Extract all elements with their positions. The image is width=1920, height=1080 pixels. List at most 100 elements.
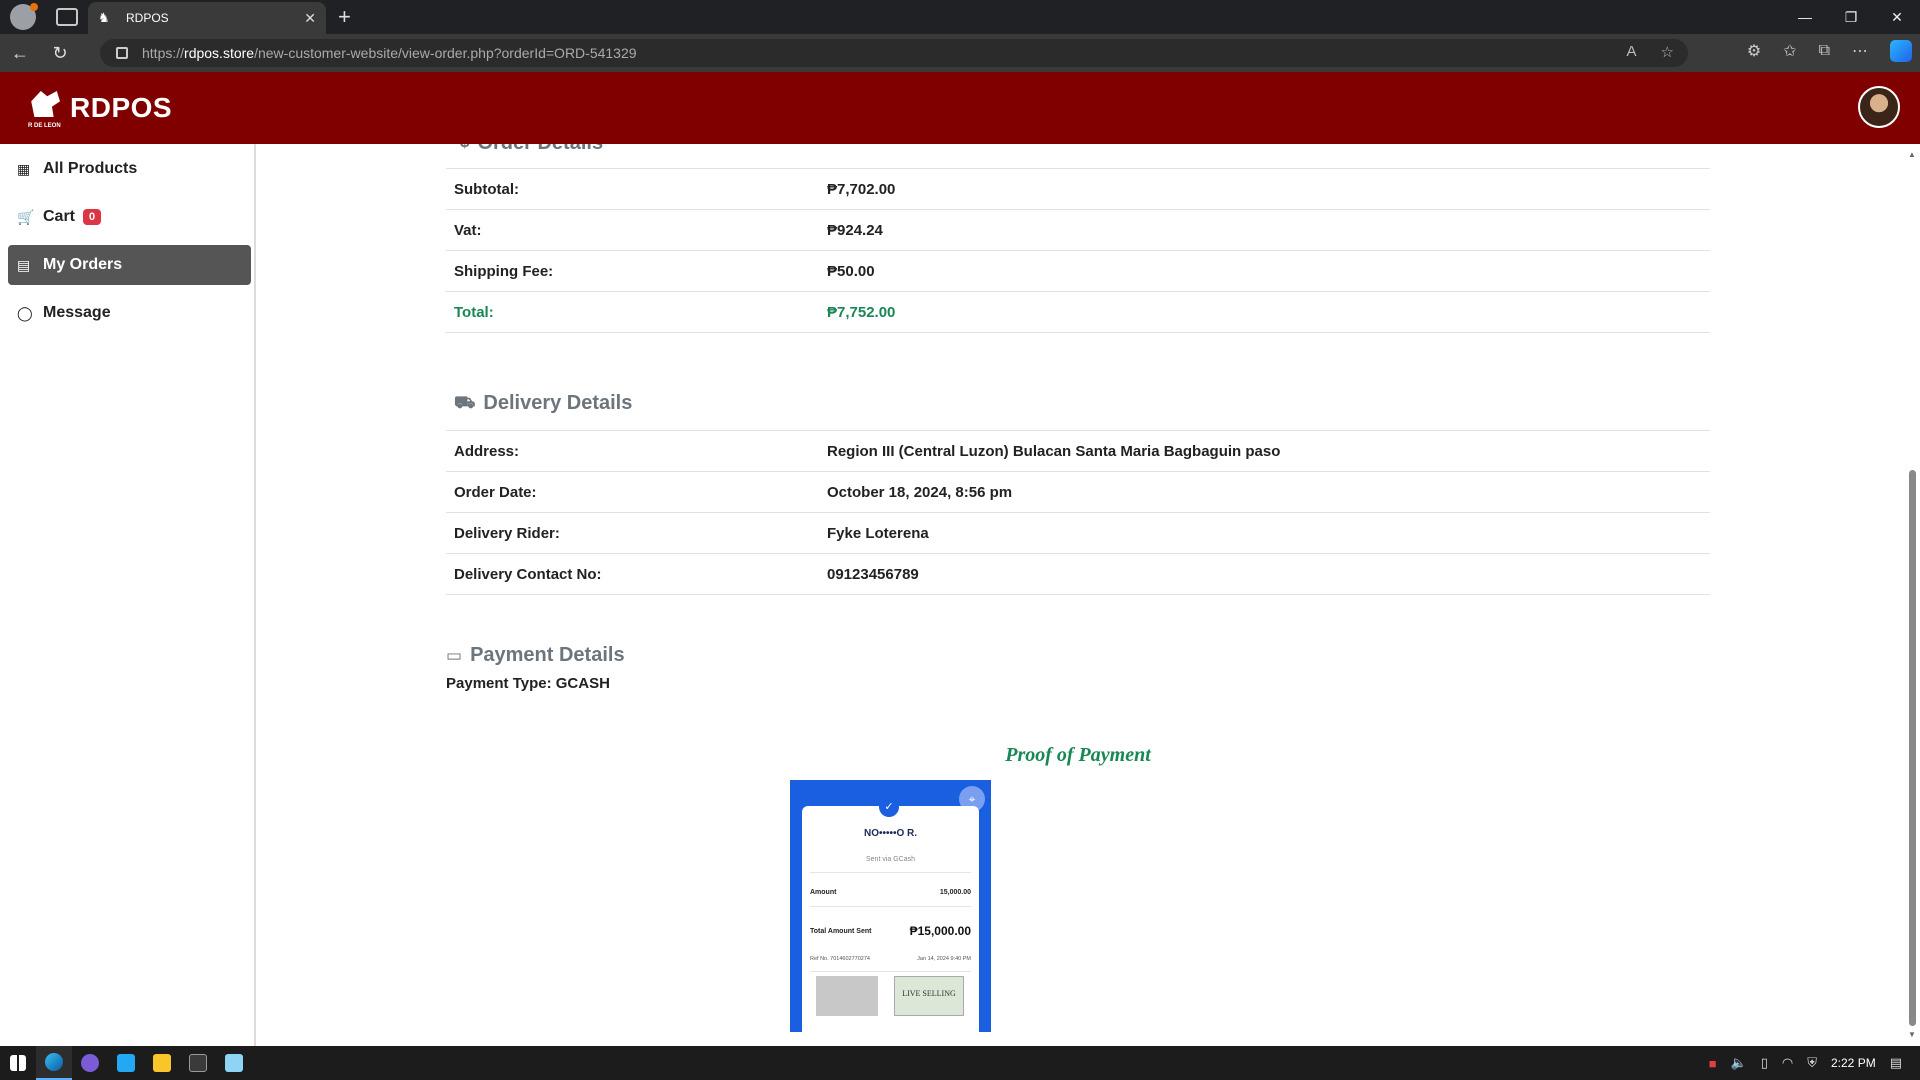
favorite-star-icon[interactable]: ☆	[1661, 43, 1674, 61]
row-label: Order Date:	[446, 471, 819, 513]
row-label: Total:	[446, 291, 819, 333]
proof-title: Proof of Payment	[1005, 744, 1151, 766]
receipt-name: NO•••••O R.	[863, 828, 918, 839]
row-label: Delivery Rider:	[446, 512, 819, 554]
sidebar-item-label: My Orders	[43, 256, 123, 273]
credit-card-icon: ▭	[446, 645, 463, 665]
address-bar[interactable]: https://rdpos.store/new-customer-website…	[100, 39, 1688, 67]
order-details-table: Subtotal: ₱7,702.00 Vat: ₱924.24 Shippin…	[446, 168, 1710, 333]
receipt-amount-row: Amount 15,000.00	[810, 889, 971, 896]
proof-of-payment-image[interactable]: ⌖ NO•••••O R. Sent via GCash Amount 15,00…	[790, 780, 991, 1032]
sidebar-item-all-products[interactable]: ▦ All Products	[8, 149, 251, 189]
scroll-down-icon[interactable]: ▼	[1908, 1030, 1916, 1039]
minimize-icon[interactable]: —	[1782, 0, 1828, 34]
notepad-taskbar-icon[interactable]	[216, 1046, 252, 1080]
page-scrollbar[interactable]: ▲ ▼	[1904, 144, 1920, 1046]
row-value: Fyke Loterena	[819, 512, 1710, 554]
close-window-icon[interactable]: ✕	[1874, 0, 1920, 34]
security-icon[interactable]: ⛨	[1807, 1055, 1817, 1071]
section-title-payment: ▭ Payment Details	[446, 644, 625, 666]
table-row: Vat: ₱924.24	[446, 209, 1710, 251]
url-text: https://rdpos.store/new-customer-website…	[142, 45, 637, 61]
browser-profile-icon[interactable]	[10, 3, 38, 30]
receipt-sent-via: Sent via GCash	[865, 856, 916, 863]
row-label: Shipping Fee:	[446, 250, 819, 292]
system-tray: ■ 🔈 ▯ ◠ ⛨ 2:22 PM ▤	[1709, 1046, 1920, 1080]
browser-tab[interactable]: ♞ RDPOS ✕	[88, 2, 326, 34]
tab-close-icon[interactable]: ✕	[304, 10, 316, 27]
logo-text: RDPOS	[70, 92, 173, 123]
row-value: October 18, 2024, 8:56 pm	[819, 471, 1710, 513]
payment-type: Payment Type: GCASH	[446, 675, 610, 692]
chat-icon: ◯	[17, 305, 33, 321]
start-icon[interactable]	[0, 1046, 36, 1080]
volume-icon[interactable]: 🔈	[1731, 1055, 1747, 1071]
total-row: Total: ₱7,752.00	[446, 291, 1710, 333]
scrollbar-thumb[interactable]	[1909, 470, 1916, 1026]
check-icon: ✓	[879, 797, 899, 817]
lock-icon	[116, 47, 128, 59]
sidebar: ▦ All Products 🛒 Cart 0 ▤ My Orders ◯ Me…	[0, 144, 256, 1046]
sidebar-item-my-orders[interactable]: ▤ My Orders	[8, 245, 251, 285]
notifications-icon[interactable]: ▤	[1890, 1055, 1902, 1071]
receipt-thumbnail-image	[816, 976, 878, 1016]
vscode-taskbar-icon[interactable]	[108, 1046, 144, 1080]
battery-icon[interactable]: ▯	[1761, 1055, 1768, 1071]
row-value: ₱924.24	[819, 209, 1710, 251]
orders-icon: ▤	[17, 257, 31, 273]
site-favicon-icon: ♞	[98, 10, 110, 25]
dollar-icon: $	[460, 144, 469, 152]
tab-title: RDPOS	[126, 11, 169, 25]
refresh-icon[interactable]: ↻	[40, 34, 80, 72]
more-icon[interactable]: ⋯	[1852, 41, 1868, 61]
table-row: Order Date: October 18, 2024, 8:56 pm	[446, 471, 1710, 513]
file-explorer-taskbar-icon[interactable]	[144, 1046, 180, 1080]
payment-details-section: ▭ Payment Details Payment Type: GCASH	[446, 644, 1710, 692]
store-icon: ▦	[17, 161, 31, 177]
row-label: Subtotal:	[446, 168, 819, 210]
restore-icon[interactable]: ❐	[1828, 0, 1874, 34]
read-aloud-icon[interactable]: A	[1627, 43, 1637, 61]
row-value: ₱7,752.00	[819, 291, 1710, 333]
clock[interactable]: 2:22 PM	[1831, 1056, 1876, 1070]
windows-taskbar: ■ 🔈 ▯ ◠ ⛨ 2:22 PM ▤	[0, 1046, 1920, 1080]
receipt-ref-row: Ref No. 7014602770274 Jan 14, 2024 9:40 P…	[810, 956, 971, 962]
wifi-icon[interactable]: ◠	[1782, 1055, 1793, 1071]
browser-extensions: ⚙ ✩ ⧉ ⋯	[1747, 40, 1912, 62]
collections-icon[interactable]: ⧉	[1819, 42, 1830, 60]
site-logo[interactable]: R DE LEON RDPOS	[22, 85, 172, 131]
section-title-delivery: ⛟ Delivery Details	[454, 392, 633, 414]
back-icon[interactable]: ←	[0, 34, 40, 72]
favorites-icon[interactable]: ✩	[1783, 41, 1796, 61]
order-details-section: $ Order Details	[446, 144, 1710, 154]
edge-taskbar-icon[interactable]	[36, 1046, 72, 1080]
app-taskbar-icon[interactable]	[72, 1046, 108, 1080]
horse-logo-icon: R DE LEON	[22, 85, 66, 131]
cart-count-badge: 0	[83, 209, 102, 225]
sidebar-item-message[interactable]: ◯ Message	[8, 293, 251, 333]
proof-of-payment-section: Proof of Payment ⌖ NO•••••O R. Sent via …	[446, 744, 1710, 1044]
new-tab-icon[interactable]: +	[338, 4, 351, 30]
sidebar-item-label: Cart	[43, 208, 76, 225]
delivery-details-table-wrap: Address: Region III (Central Luzon) Bula…	[446, 430, 1710, 595]
table-row: Delivery Contact No: 09123456789	[446, 553, 1710, 595]
row-value: 09123456789	[819, 553, 1710, 595]
extensions-icon[interactable]: ⚙	[1747, 41, 1761, 61]
receipt-total-row: Total Amount Sent ₱15,000.00	[810, 924, 971, 938]
recording-icon[interactable]: ■	[1709, 1056, 1717, 1071]
truck-icon: ⛟	[454, 392, 476, 412]
sidebar-item-label: Message	[43, 304, 111, 321]
browser-tabbar: ♞ RDPOS ✕ + — ❐ ✕	[0, 0, 1920, 34]
sidebar-item-cart[interactable]: 🛒 Cart 0	[8, 197, 251, 237]
cart-icon: 🛒	[17, 209, 35, 225]
row-value: Region III (Central Luzon) Bulacan Santa…	[819, 430, 1710, 472]
row-label: Address:	[446, 430, 819, 472]
user-avatar[interactable]	[1858, 86, 1900, 128]
scroll-up-icon[interactable]: ▲	[1908, 150, 1916, 159]
copilot-icon[interactable]	[1890, 40, 1912, 62]
site-header: R DE LEON RDPOS	[0, 72, 1920, 144]
terminal-taskbar-icon[interactable]	[180, 1046, 216, 1080]
tab-actions-icon[interactable]	[56, 8, 78, 26]
sidebar-item-label: All Products	[43, 160, 138, 177]
delivery-details-section: ⛟ Delivery Details	[446, 392, 1710, 415]
